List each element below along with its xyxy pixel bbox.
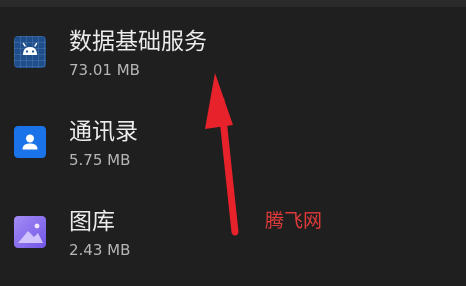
- contacts-icon: [14, 126, 46, 158]
- app-list-item[interactable]: 图库 2.43 MB: [0, 194, 466, 276]
- app-size: 2.43 MB: [69, 241, 131, 259]
- gallery-icon: [14, 216, 46, 248]
- app-list-item[interactable]: 通讯录 5.75 MB: [0, 104, 466, 186]
- app-name: 数据基础服务: [69, 29, 207, 55]
- watermark-text: 腾飞网: [265, 210, 323, 232]
- app-size: 73.01 MB: [69, 61, 140, 79]
- app-size: 5.75 MB: [69, 151, 131, 169]
- app-name: 图库: [69, 209, 115, 235]
- app-list-item[interactable]: 数据基础服务 73.01 MB: [0, 14, 466, 96]
- app-name: 通讯录: [69, 119, 138, 145]
- app-list: 数据基础服务 73.01 MB 通讯录 5.75 MB 图库 2.43 MB: [0, 0, 466, 286]
- android-icon: [14, 36, 46, 68]
